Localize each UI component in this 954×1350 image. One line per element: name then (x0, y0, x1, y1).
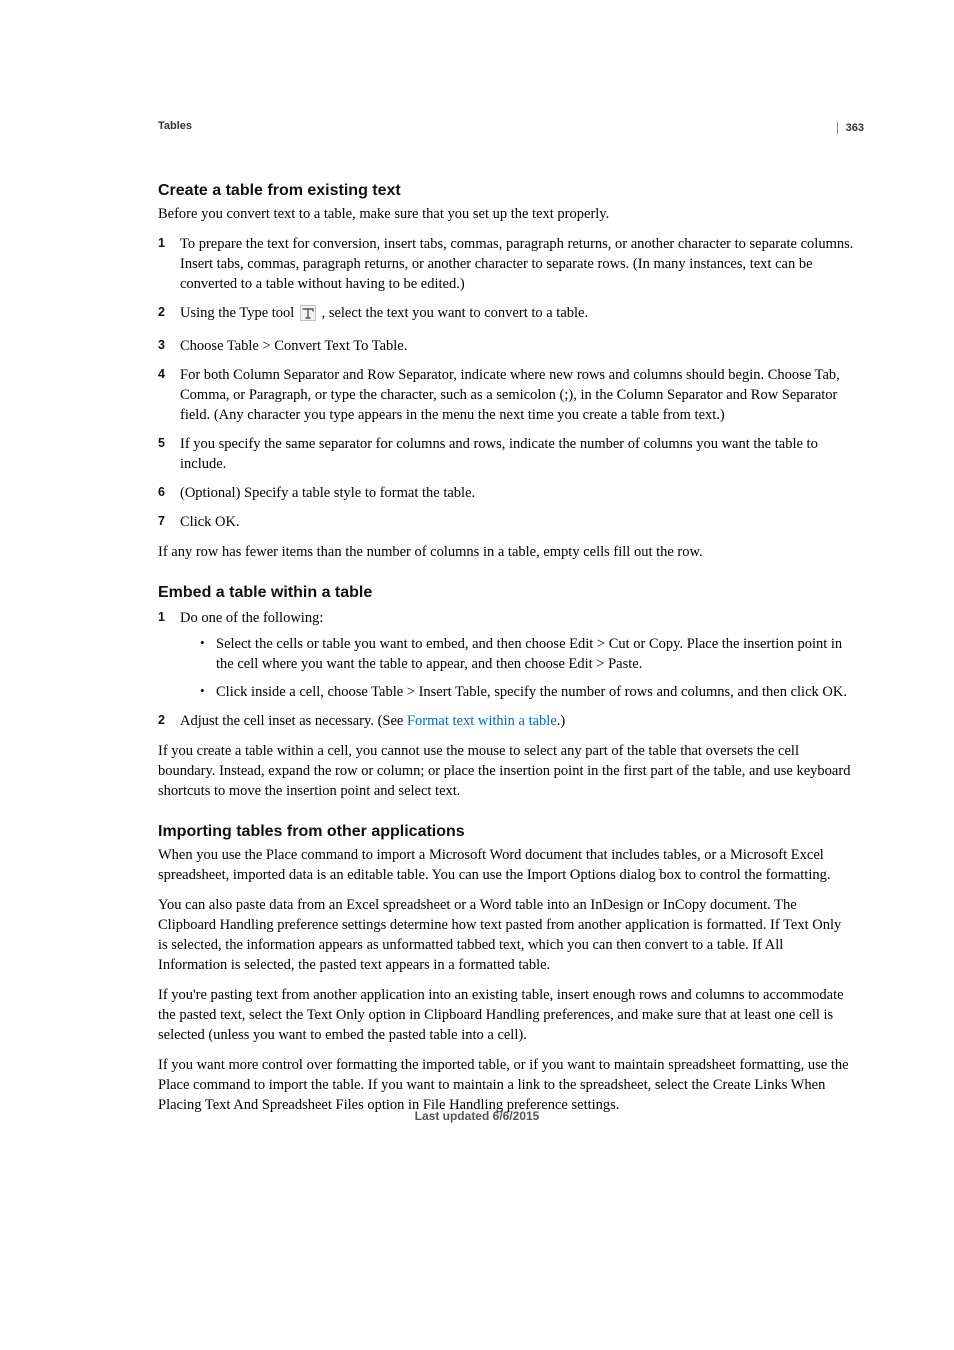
bullet-item: Select the cells or table you want to em… (200, 634, 854, 674)
body-para: When you use the Place command to import… (158, 845, 854, 885)
step-text: Using the Type tool (180, 305, 298, 321)
step-text: , select the text you want to convert to… (322, 305, 589, 321)
heading-create-table: Create a table from existing text (158, 182, 854, 200)
step-item: Choose Table > Convert Text To Table. (158, 336, 854, 356)
type-tool-icon (300, 305, 316, 327)
step-text: Do one of the following: (180, 610, 323, 626)
closing-text: If you create a table within a cell, you… (158, 741, 854, 801)
closing-text: If any row has fewer items than the numb… (158, 542, 854, 562)
step-text: Adjust the cell inset as necessary. (See (180, 713, 407, 729)
heading-importing-tables: Importing tables from other applications (158, 823, 854, 841)
step-item: Using the Type tool , select the text yo… (158, 303, 854, 327)
step-item: (Optional) Specify a table style to form… (158, 483, 854, 503)
page-number: 363 (837, 122, 864, 134)
step-item: Adjust the cell inset as necessary. (See… (158, 711, 854, 731)
footer-last-updated: Last updated 6/6/2015 (0, 1109, 954, 1123)
step-item: Click OK. (158, 512, 854, 532)
body-para: If you want more control over formatting… (158, 1055, 854, 1115)
cross-ref-link[interactable]: Format text within a table (407, 713, 557, 729)
step-text: .) (557, 713, 565, 729)
bullet-item: Click inside a cell, choose Table > Inse… (200, 682, 854, 702)
heading-embed-table: Embed a table within a table (158, 584, 854, 602)
step-item: Do one of the following: Select the cell… (158, 608, 854, 702)
intro-text: Before you convert text to a table, make… (158, 204, 854, 224)
step-item: If you specify the same separator for co… (158, 434, 854, 474)
step-item: For both Column Separator and Row Separa… (158, 365, 854, 425)
running-head-section: Tables (158, 120, 854, 132)
body-para: You can also paste data from an Excel sp… (158, 895, 854, 975)
step-item: To prepare the text for conversion, inse… (158, 234, 854, 294)
body-para: If you're pasting text from another appl… (158, 985, 854, 1045)
